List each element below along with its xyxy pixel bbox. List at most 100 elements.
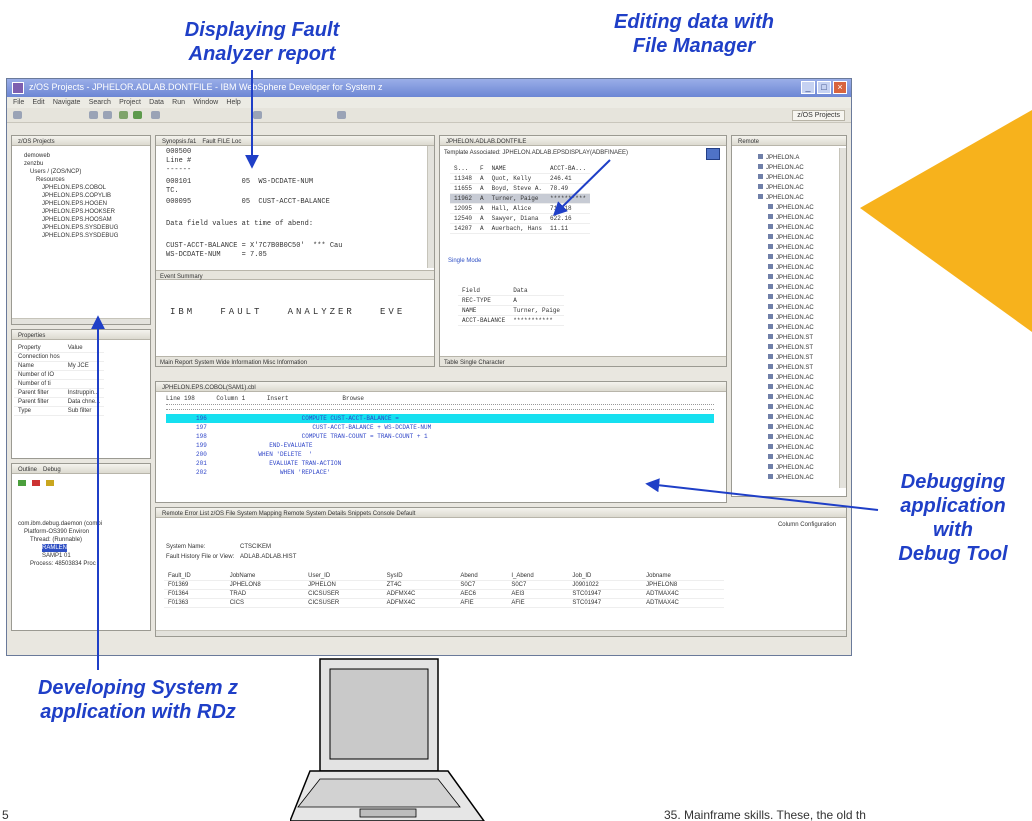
remote-dataset-item[interactable]: JPHELON.A [758, 154, 799, 162]
zos-projects-tab[interactable]: z/OS Projects [12, 136, 150, 146]
table-row[interactable]: 11348 A Quot, Kelly 246.41 [450, 173, 591, 184]
file-manager-tab[interactable]: JPHELON.ADLAB.DONTFILE [440, 136, 726, 146]
remote-dataset-item[interactable]: JPHELON.AC [768, 434, 814, 442]
column-configuration-link[interactable]: Column Configuration [778, 522, 836, 528]
properties-tab[interactable]: Properties [12, 330, 150, 340]
source-line[interactable]: 199 END-EVALUATE [166, 441, 714, 450]
maximize-button[interactable]: □ [817, 81, 831, 94]
tree-item[interactable]: com.ibm.debug.daemon (compi [18, 520, 102, 528]
edit-template-icon[interactable] [706, 148, 720, 160]
table-row[interactable]: F01363 CICS CICSUSER ADFMX4C AFIE AFIE STC019… [164, 598, 724, 608]
remote-dataset-item[interactable]: JPHELON.ST [768, 344, 813, 352]
table-row[interactable]: F01369 JPHELON8 JPHELON ZT4C S0C7 S0C7 J09010… [164, 580, 724, 590]
remote-dataset-item[interactable]: JPHELON.AC [768, 414, 814, 422]
close-button[interactable]: × [833, 81, 847, 94]
remote-dataset-item[interactable]: JPHELON.AC [768, 244, 814, 252]
remote-dataset-item[interactable]: JPHELON.ST [768, 334, 813, 342]
source-line[interactable]: 201 EVALUATE TRAN-ACTION [166, 459, 714, 468]
perspective-switcher[interactable]: z/OS Projects [792, 110, 845, 121]
menu-edit[interactable]: Edit [33, 97, 45, 108]
menu-navigate[interactable]: Navigate [53, 97, 81, 108]
table-row[interactable]: 11655 A Boyd, Steve A. 78.49 [450, 183, 591, 194]
source-line[interactable]: 202 WHEN 'REPLACE' [166, 468, 714, 477]
menu-help[interactable]: Help [226, 97, 240, 108]
run-icon[interactable] [133, 111, 142, 119]
menu-project[interactable]: Project [119, 97, 141, 108]
table-row[interactable]: 14207 A Auerbach, Hans 11.11 [450, 223, 591, 234]
tree-item[interactable]: zenzbu [24, 160, 43, 168]
step-icon[interactable] [46, 480, 54, 486]
event-summary-bar[interactable]: Event Summary [156, 270, 434, 280]
print-icon[interactable] [103, 111, 112, 119]
nav-forward-icon[interactable] [337, 111, 346, 119]
remote-dataset-item[interactable]: JPHELON.AC [768, 224, 814, 232]
save-icon[interactable] [89, 111, 98, 119]
horizontal-scrollbar[interactable] [156, 630, 846, 636]
resume-icon[interactable] [18, 480, 26, 486]
source-line[interactable]: 198 COMPUTE TRAN-COUNT = TRAN-COUNT + 1 [166, 432, 714, 441]
remote-dataset-item[interactable]: JPHELON.AC [768, 234, 814, 242]
nav-back-icon[interactable] [253, 111, 262, 119]
menu-window[interactable]: Window [193, 97, 218, 108]
remote-dataset-item[interactable]: JPHELON.AC [768, 324, 814, 332]
remote-dataset-item[interactable]: JPHELON.AC [768, 384, 814, 392]
tree-item[interactable]: JPHELON.EPS.HOOKSER [42, 208, 115, 216]
minimize-button[interactable]: _ [801, 81, 815, 94]
remote-dataset-item[interactable]: JPHELON.ST [768, 354, 813, 362]
debug-icon[interactable] [119, 111, 128, 119]
search-icon[interactable] [151, 111, 160, 119]
remote-dataset-item[interactable]: JPHELON.AC [768, 264, 814, 272]
table-row[interactable]: 12095 A Hall, Alice 710.18 [450, 203, 591, 214]
source-line[interactable]: 196 COMPUTE CUST-ACCT-BALANCE = [166, 414, 714, 423]
tree-item[interactable]: JPHELON.EPS.COPYLIB [42, 192, 111, 200]
table-row[interactable]: 11962 A Turner, Paige ********** [450, 193, 591, 204]
file-manager-bottom-tabs[interactable]: Table Single Character [440, 356, 726, 366]
remote-dataset-item[interactable]: JPHELON.AC [768, 304, 814, 312]
remote-dataset-item[interactable]: JPHELON.AC [768, 294, 814, 302]
tree-item[interactable]: Platform-OS390 Environ [24, 528, 89, 536]
menu-data[interactable]: Data [149, 97, 164, 108]
remote-dataset-item[interactable]: JPHELON.AC [768, 314, 814, 322]
tree-item[interactable]: JPHELON.EPS.HOGEN [42, 200, 107, 208]
tree-item[interactable]: JPHELON.EPS.SYSDEBUG [42, 232, 118, 240]
new-icon[interactable] [13, 111, 22, 119]
remote-tab[interactable]: Remote [732, 136, 846, 146]
remote-dataset-item[interactable]: JPHELON.AC [768, 394, 814, 402]
tree-item[interactable]: SAMP1 01 [42, 552, 71, 560]
debug-tabs[interactable]: Outline Debug [12, 464, 150, 474]
table-row[interactable]: REC-TYPE A [458, 295, 565, 306]
report-bottom-tabs[interactable]: Main Report System Wide Information Misc… [156, 356, 434, 366]
remote-dataset-item[interactable]: JPHELON.AC [758, 174, 804, 182]
remote-dataset-item[interactable]: JPHELON.AC [768, 454, 814, 462]
tree-item[interactable]: RAMLEN [42, 544, 68, 552]
menu-file[interactable]: File [13, 97, 24, 108]
remote-dataset-item[interactable]: JPHELON.AC [758, 194, 804, 202]
table-row[interactable]: Parent filter Instruppin... [14, 388, 105, 398]
remote-dataset-item[interactable]: JPHELON.AC [768, 204, 814, 212]
remote-dataset-item[interactable]: JPHELON.AC [768, 214, 814, 222]
remote-dataset-item[interactable]: JPHELON.AC [768, 424, 814, 432]
table-row[interactable]: NAME Turner, Paige [458, 305, 565, 316]
vertical-scrollbar[interactable] [839, 148, 846, 488]
tree-item[interactable]: Resources [36, 176, 65, 184]
source-line[interactable]: 200 WHEN 'DELETE ' [166, 450, 714, 459]
tree-item[interactable]: JPHELON.EPS.SYSDEBUG [42, 224, 118, 232]
remote-dataset-item[interactable]: JPHELON.AC [768, 374, 814, 382]
remote-dataset-item[interactable]: JPHELON.AC [758, 184, 804, 192]
source-line[interactable]: 197 CUST-ACCT-BALANCE + WS-DCDATE-NUM [166, 423, 714, 432]
tree-item[interactable]: JPHELON.EPS.HOOSAM [42, 216, 112, 224]
table-row[interactable]: Number of ti [14, 379, 105, 389]
horizontal-scrollbar[interactable] [12, 318, 150, 324]
remote-dataset-item[interactable]: JPHELON.AC [768, 464, 814, 472]
table-row[interactable]: F01364 TRAD CICSUSER ADFMX4C AEC6 AEI3 STC019… [164, 589, 724, 599]
menu-run[interactable]: Run [172, 97, 185, 108]
tree-item[interactable]: demoweb [24, 152, 50, 160]
tree-item[interactable]: JPHELON.EPS.COBOL [42, 184, 106, 192]
fault-tabs[interactable]: Synopsis.fa1 Fault FILE Loc [156, 136, 434, 146]
source-tab[interactable]: JPHELON.EPS.COBOL(SAM1).cbl [156, 382, 726, 392]
terminate-icon[interactable] [32, 480, 40, 486]
remote-dataset-item[interactable]: JPHELON.AC [768, 404, 814, 412]
tree-item[interactable]: Process: 48503834 Proc [30, 560, 96, 568]
table-row[interactable]: Parent filter Data chne... [14, 397, 105, 407]
remote-dataset-item[interactable]: JPHELON.AC [768, 254, 814, 262]
